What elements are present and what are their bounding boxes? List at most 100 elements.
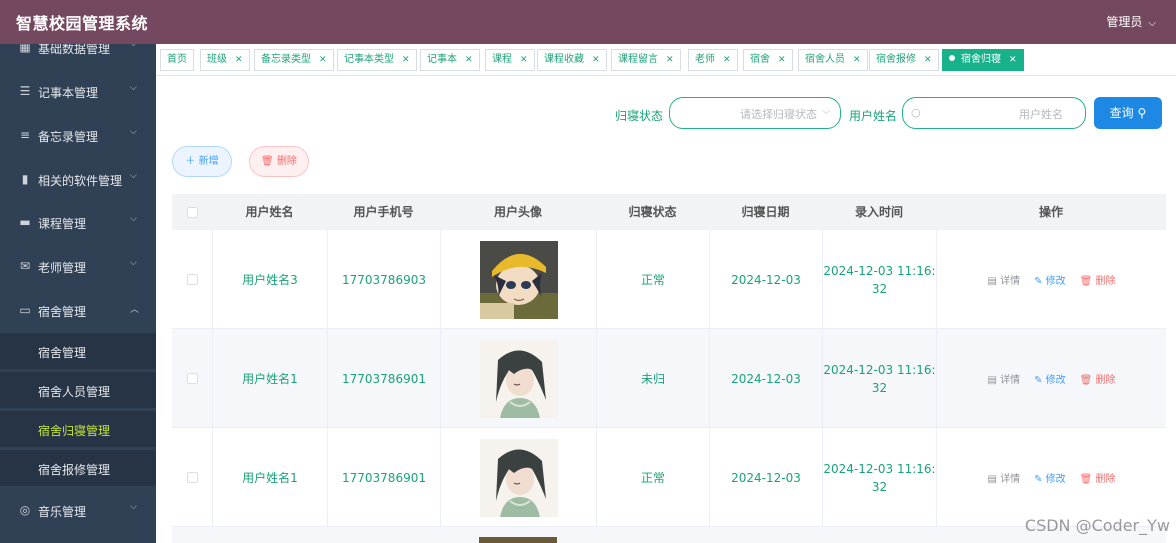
close-icon[interactable]: ✕	[520, 55, 528, 65]
submenu-dorm-members[interactable]: 宿舍人员管理	[0, 372, 156, 408]
status-select[interactable]: 请选择归寝状态 ⌵	[669, 97, 841, 129]
chevron-down-icon: ⌵	[822, 106, 830, 117]
detail-button[interactable]: ▤ 详情	[987, 272, 1020, 287]
close-icon[interactable]: ✕	[1009, 55, 1017, 65]
tag-memo-type[interactable]: 备忘录类型 ✕	[254, 49, 334, 71]
batch-delete-button[interactable]: 🗑 删除	[249, 146, 309, 177]
avatar-yellow-hat-boy[interactable]	[479, 240, 558, 319]
avatar-partial	[479, 537, 557, 543]
cell-return-status: 正常	[596, 230, 709, 329]
cell-user-avatar	[440, 329, 596, 428]
tag-notebook[interactable]: 记事本 ✕	[420, 49, 480, 71]
select-all-checkbox[interactable]	[186, 206, 198, 218]
col-user-name[interactable]: 用户姓名	[212, 194, 327, 230]
chevron-down-icon: ⌵	[130, 258, 137, 268]
detail-button[interactable]: ▤ 详情	[987, 371, 1020, 386]
col-created-time[interactable]: 录入时间	[822, 194, 936, 230]
sidebar-item-music[interactable]: ◎ 音乐管理 ⌵	[0, 491, 156, 531]
col-return-status[interactable]: 归寝状态	[596, 194, 709, 230]
submenu-dorm[interactable]: 宿舍管理	[0, 333, 156, 369]
close-icon[interactable]: ✕	[235, 55, 243, 65]
sidebar-item-notebook[interactable]: ☰ 记事本管理 ⌵	[0, 72, 156, 112]
sidebar: ▦ 基础数据管理 ⌵ ☰ 记事本管理 ⌵ ≡ 备忘录管理 ⌵ ▮ 相关的软件管理…	[0, 44, 156, 543]
tag-notebook-type[interactable]: 记事本类型 ✕	[337, 49, 417, 71]
row-checkbox[interactable]	[186, 472, 198, 483]
query-button[interactable]: 查询 ⚲	[1094, 97, 1162, 129]
cell-actions: ▤ 详情 ✎ 修改 🗑 删除	[936, 428, 1166, 527]
tag-dorm-members[interactable]: 宿舍人员 ✕	[798, 49, 868, 71]
chevron-down-icon: ⌵	[130, 214, 137, 224]
name-input[interactable]: ○ 用户姓名	[902, 97, 1086, 129]
close-icon[interactable]: ✕	[924, 55, 932, 65]
col-return-date[interactable]: 归寝日期	[709, 194, 822, 230]
sidebar-item-software[interactable]: ▮ 相关的软件管理 ⌵	[0, 160, 156, 200]
tags-view: 首页 班级 ✕ 备忘录类型 ✕ 记事本类型 ✕ 记事本 ✕ 课程 ✕ 课程收藏 ✕ 课程留言…	[156, 44, 1176, 76]
tag-home[interactable]: 首页	[160, 49, 194, 71]
tag-course-favorite[interactable]: 课程收藏 ✕	[537, 49, 607, 71]
close-icon[interactable]: ✕	[778, 55, 786, 65]
sidebar-item-course[interactable]: ▬ 课程管理 ⌵	[0, 203, 156, 243]
edit-icon: ✎	[1034, 375, 1043, 386]
cell-created-time: 2024-12-03 11:16: 32	[822, 329, 936, 428]
row-checkbox[interactable]	[186, 373, 198, 384]
col-user-avatar[interactable]: 用户头像	[440, 194, 596, 230]
select-all-cell	[172, 194, 212, 230]
close-icon[interactable]: ✕	[592, 55, 600, 65]
document-icon: ▤	[987, 474, 997, 485]
compass-icon: ◎	[19, 503, 31, 517]
avatar-dark-hair-girl[interactable]	[479, 438, 558, 517]
sliders-icon: ☰	[19, 84, 31, 98]
tag-course-message[interactable]: 课程留言 ✕	[611, 49, 681, 71]
tag-dorm-return[interactable]: 宿舍归寝 ✕	[942, 49, 1024, 71]
box-icon: ▬	[19, 215, 31, 229]
cell-user-phone: 17703786901	[327, 329, 440, 428]
cell-return-date: 2024-12-03	[709, 428, 822, 527]
cell-user-name: 用户姓名1	[212, 329, 327, 428]
row-select-cell	[172, 428, 212, 527]
submenu-dorm-repair[interactable]: 宿舍报修管理	[0, 450, 156, 486]
edit-button[interactable]: ✎ 修改	[1034, 470, 1066, 485]
cell-return-date: 2024-12-03	[709, 329, 822, 428]
cell-user-avatar	[440, 230, 596, 329]
close-icon[interactable]: ✕	[319, 55, 327, 65]
table-row: 用户姓名1 17703786901 未归 2024-12-03 2024-12-…	[172, 329, 1166, 428]
chevron-down-icon: ⌵	[130, 502, 137, 512]
close-icon[interactable]: ✕	[402, 55, 410, 65]
cell-user-name: 用户姓名1	[212, 428, 327, 527]
sidebar-item-memo[interactable]: ≡ 备忘录管理 ⌵	[0, 116, 156, 156]
table-row	[172, 527, 1166, 543]
cell-user-phone: 17703786901	[327, 428, 440, 527]
sidebar-item-dorm[interactable]: ▭ 宿舍管理 ︿	[0, 291, 156, 331]
col-user-phone[interactable]: 用户手机号	[327, 194, 440, 230]
tag-teacher[interactable]: 老师 ✕	[688, 49, 738, 71]
delete-button[interactable]: 🗑 删除	[1080, 272, 1116, 287]
edit-icon: ✎	[1034, 276, 1043, 287]
row-checkbox[interactable]	[186, 274, 198, 285]
close-icon[interactable]: ✕	[465, 55, 473, 65]
submenu-dorm-return[interactable]: 宿舍归寝管理	[0, 411, 156, 447]
user-menu[interactable]: 管理员 ⌵	[1106, 13, 1156, 30]
list-icon: ≡	[19, 128, 31, 142]
tag-dorm-repair[interactable]: 宿舍报修 ✕	[869, 49, 939, 71]
cell-created-time: 2024-12-03 11:16: 32	[822, 428, 936, 527]
close-icon[interactable]: ✕	[723, 55, 731, 65]
add-button[interactable]: ＋ 新增	[172, 146, 232, 177]
tag-dorm[interactable]: 宿舍 ✕	[743, 49, 793, 71]
detail-button[interactable]: ▤ 详情	[987, 470, 1020, 485]
edit-button[interactable]: ✎ 修改	[1034, 371, 1066, 386]
chevron-down-icon: ⌵	[130, 127, 137, 137]
sidebar-item-base-data[interactable]: ▦ 基础数据管理 ⌵	[0, 44, 156, 68]
tag-course[interactable]: 课程 ✕	[485, 49, 535, 71]
table-header: 用户姓名 用户手机号 用户头像 归寝状态 归寝日期 录入时间 操作	[172, 194, 1166, 230]
close-icon[interactable]: ✕	[666, 55, 674, 65]
tag-class[interactable]: 班级 ✕	[200, 49, 250, 71]
cell-return-status: 未归	[596, 329, 709, 428]
close-icon[interactable]: ✕	[853, 55, 861, 65]
sidebar-item-teacher[interactable]: ✉ 老师管理 ⌵	[0, 247, 156, 287]
delete-button[interactable]: 🗑 删除	[1080, 470, 1116, 485]
edit-button[interactable]: ✎ 修改	[1034, 272, 1066, 287]
trash-icon: 🗑	[1079, 276, 1093, 287]
avatar-dark-hair-girl[interactable]	[479, 339, 558, 418]
delete-button[interactable]: 🗑 删除	[1080, 371, 1116, 386]
row-select-cell	[172, 230, 212, 329]
